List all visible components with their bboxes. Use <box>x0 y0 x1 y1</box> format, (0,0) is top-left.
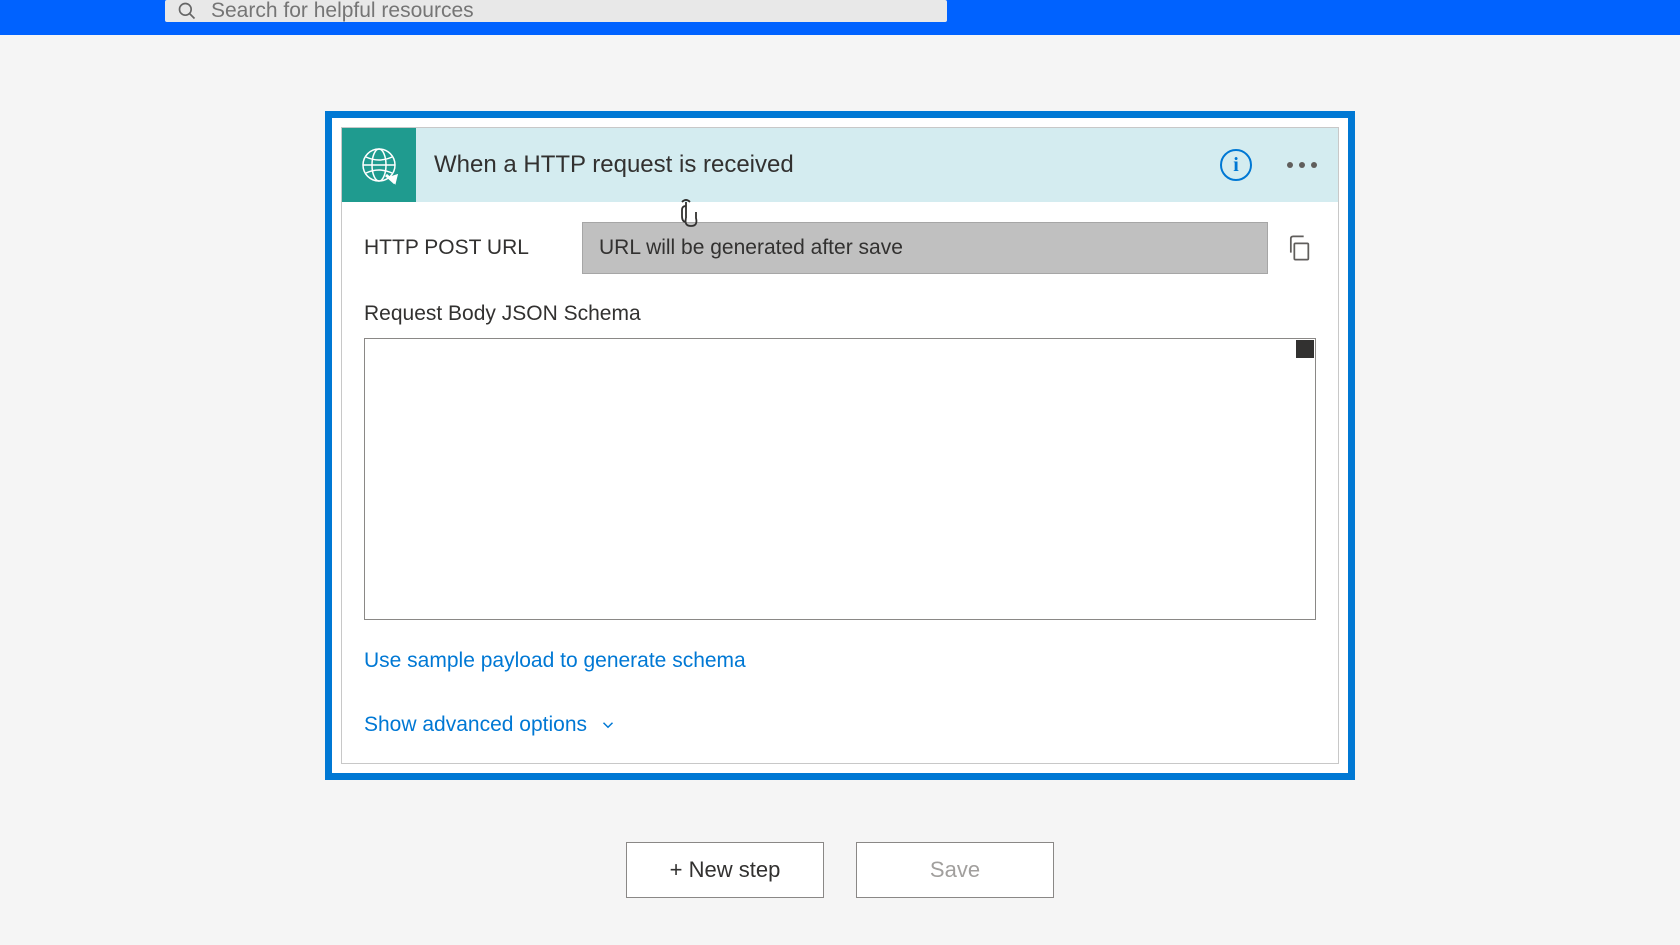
designer-canvas: When a HTTP request is received i HTTP P… <box>0 35 1680 898</box>
url-row: HTTP POST URL URL will be generated afte… <box>364 222 1316 274</box>
advanced-options-label: Show advanced options <box>364 713 587 737</box>
copy-url-button[interactable] <box>1282 231 1316 265</box>
more-menu-icon[interactable] <box>1280 143 1324 187</box>
trigger-card: When a HTTP request is received i HTTP P… <box>341 127 1339 764</box>
schema-label: Request Body JSON Schema <box>364 302 1316 326</box>
copy-icon <box>1285 234 1313 262</box>
new-step-button[interactable]: + New step <box>626 842 824 898</box>
chevron-down-icon <box>599 716 617 734</box>
save-button: Save <box>856 842 1054 898</box>
top-bar <box>0 0 1680 35</box>
action-buttons: + New step Save <box>626 842 1054 898</box>
trigger-card-selected: When a HTTP request is received i HTTP P… <box>325 111 1355 780</box>
schema-textarea[interactable] <box>364 338 1316 620</box>
url-label: HTTP POST URL <box>364 236 582 260</box>
trigger-icon-box <box>342 128 416 202</box>
trigger-header[interactable]: When a HTTP request is received i <box>342 128 1338 202</box>
trigger-title: When a HTTP request is received <box>434 151 1220 179</box>
trigger-body: HTTP POST URL URL will be generated afte… <box>342 202 1338 763</box>
sample-payload-link[interactable]: Use sample payload to generate schema <box>364 649 746 673</box>
info-icon[interactable]: i <box>1220 149 1252 181</box>
http-globe-icon <box>359 145 399 185</box>
url-value-field: URL will be generated after save <box>582 222 1268 274</box>
search-input[interactable] <box>211 0 935 23</box>
search-box[interactable] <box>165 0 947 22</box>
search-icon <box>177 1 197 21</box>
advanced-options-toggle[interactable]: Show advanced options <box>364 713 1316 737</box>
